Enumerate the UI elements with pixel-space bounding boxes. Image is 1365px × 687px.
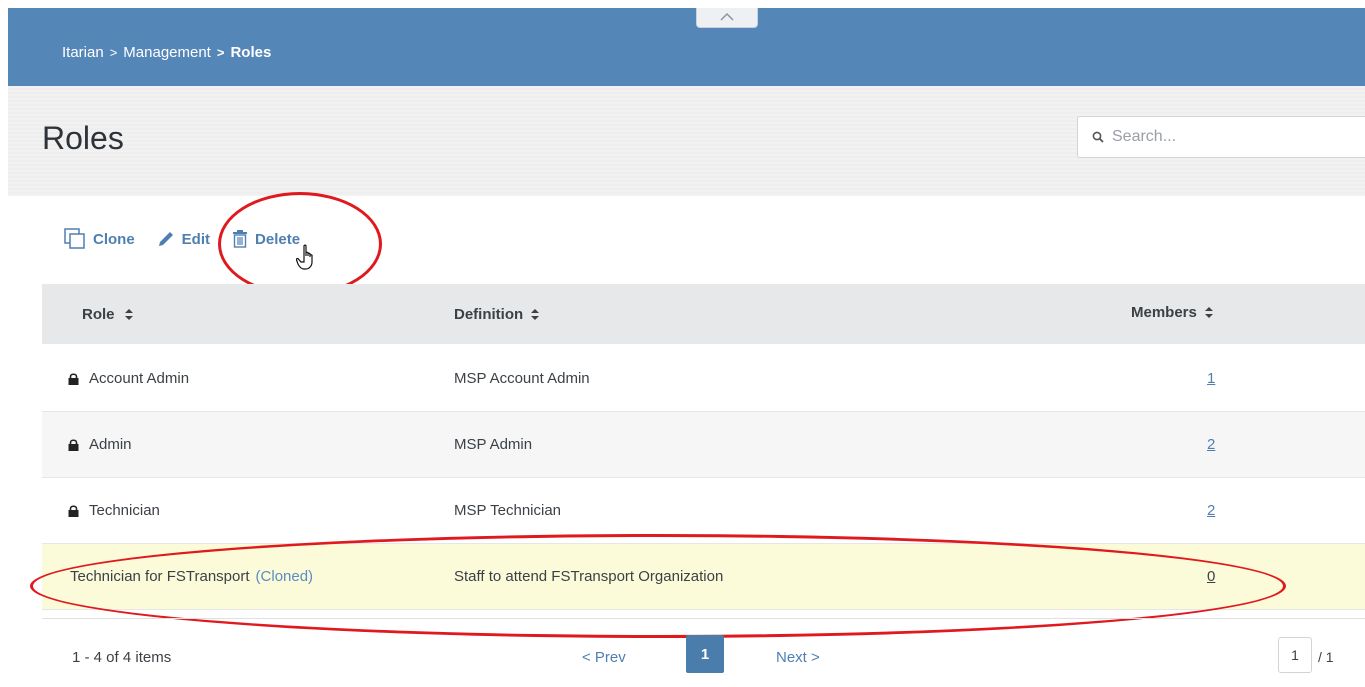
sort-icon <box>1204 307 1213 318</box>
table-footer: 1 - 4 of 4 items < Prev 1 Next > 1 / 1 <box>42 618 1365 687</box>
role-name: Admin <box>89 436 132 453</box>
table-row[interactable]: Admin MSP Admin 2 <box>42 412 1365 478</box>
members-cell: 2 <box>1124 502 1364 519</box>
left-strip <box>0 0 8 686</box>
lock-icon <box>68 504 79 517</box>
page-number-input[interactable]: 1 <box>1278 637 1312 673</box>
delete-button[interactable]: Delete <box>232 230 300 248</box>
clone-button[interactable]: Clone <box>64 228 135 250</box>
chevron-up-icon <box>720 12 734 21</box>
column-label: Definition <box>454 305 524 323</box>
table-row[interactable]: Technician MSP Technician 2 <box>42 478 1365 544</box>
sort-icon <box>531 308 540 320</box>
next-page-link[interactable]: Next > <box>776 649 820 666</box>
current-page-button[interactable]: 1 <box>686 635 724 673</box>
members-link[interactable]: 1 <box>1207 370 1215 387</box>
column-label: Members <box>1131 304 1197 321</box>
role-name: Technician <box>89 502 160 519</box>
role-cell: Technician for FSTransport (Cloned) <box>42 568 454 585</box>
breadcrumb-item-itarian[interactable]: Itarian <box>62 44 104 61</box>
trash-icon <box>233 230 248 248</box>
table-row[interactable]: Technician for FSTransport (Cloned) Staf… <box>42 544 1365 610</box>
collapse-header-button[interactable] <box>696 8 758 28</box>
lock-icon <box>68 438 79 451</box>
members-cell: 1 <box>1124 370 1364 387</box>
column-header-definition[interactable]: Definition <box>454 306 1124 323</box>
search-input[interactable] <box>1110 127 1354 147</box>
sort-icon <box>124 308 133 320</box>
page-total: / 1 <box>1318 649 1334 665</box>
item-count: 1 - 4 of 4 items <box>72 649 172 666</box>
members-cell: 0 <box>1124 568 1364 585</box>
edit-button[interactable]: Edit <box>157 230 210 248</box>
members-link[interactable]: 2 <box>1207 436 1215 453</box>
breadcrumb-item-management[interactable]: Management <box>123 44 211 61</box>
column-label: Role <box>82 305 115 323</box>
role-cell: Account Admin <box>42 370 454 387</box>
table-body: Account Admin MSP Account Admin 1 Admin … <box>42 346 1365 610</box>
delete-label: Delete <box>255 230 301 248</box>
page-title: Roles <box>42 120 124 156</box>
toolbar: Clone Edit Delete <box>64 228 300 250</box>
hand-cursor-icon <box>296 244 313 270</box>
definition-cell: Staff to attend FSTransport Organization <box>454 568 724 585</box>
edit-label: Edit <box>181 230 211 248</box>
prev-page-link[interactable]: < Prev <box>582 649 626 666</box>
search-icon <box>1092 131 1104 143</box>
definition-cell: MSP Account Admin <box>454 370 590 387</box>
breadcrumb-separator: > <box>109 45 118 60</box>
breadcrumb-item-roles: Roles <box>230 44 272 61</box>
breadcrumb: Itarian > Management > Roles <box>62 44 271 61</box>
definition-cell: MSP Admin <box>454 436 533 453</box>
members-cell: 2 <box>1124 436 1364 453</box>
search-box[interactable] <box>1077 116 1365 158</box>
breadcrumb-separator: > <box>216 45 225 60</box>
role-cell: Admin <box>42 436 454 453</box>
column-header-members[interactable]: Members <box>1131 304 1213 321</box>
top-header-bar: Itarian > Management > Roles <box>8 8 1365 86</box>
role-cell: Technician <box>42 502 454 519</box>
clone-icon <box>64 228 85 249</box>
role-name: Technician for FSTransport <box>70 568 250 585</box>
cloned-tag: (Cloned) <box>255 568 314 585</box>
members-link[interactable]: 2 <box>1207 502 1215 519</box>
pencil-icon <box>158 232 173 246</box>
role-name: Account Admin <box>89 370 190 387</box>
column-header-role[interactable]: Role <box>42 306 454 323</box>
definition-cell: MSP Technician <box>454 502 562 519</box>
members-link[interactable]: 0 <box>1207 568 1215 585</box>
lock-icon <box>68 372 79 385</box>
table-row[interactable]: Account Admin MSP Account Admin 1 <box>42 346 1365 412</box>
clone-label: Clone <box>93 230 135 248</box>
